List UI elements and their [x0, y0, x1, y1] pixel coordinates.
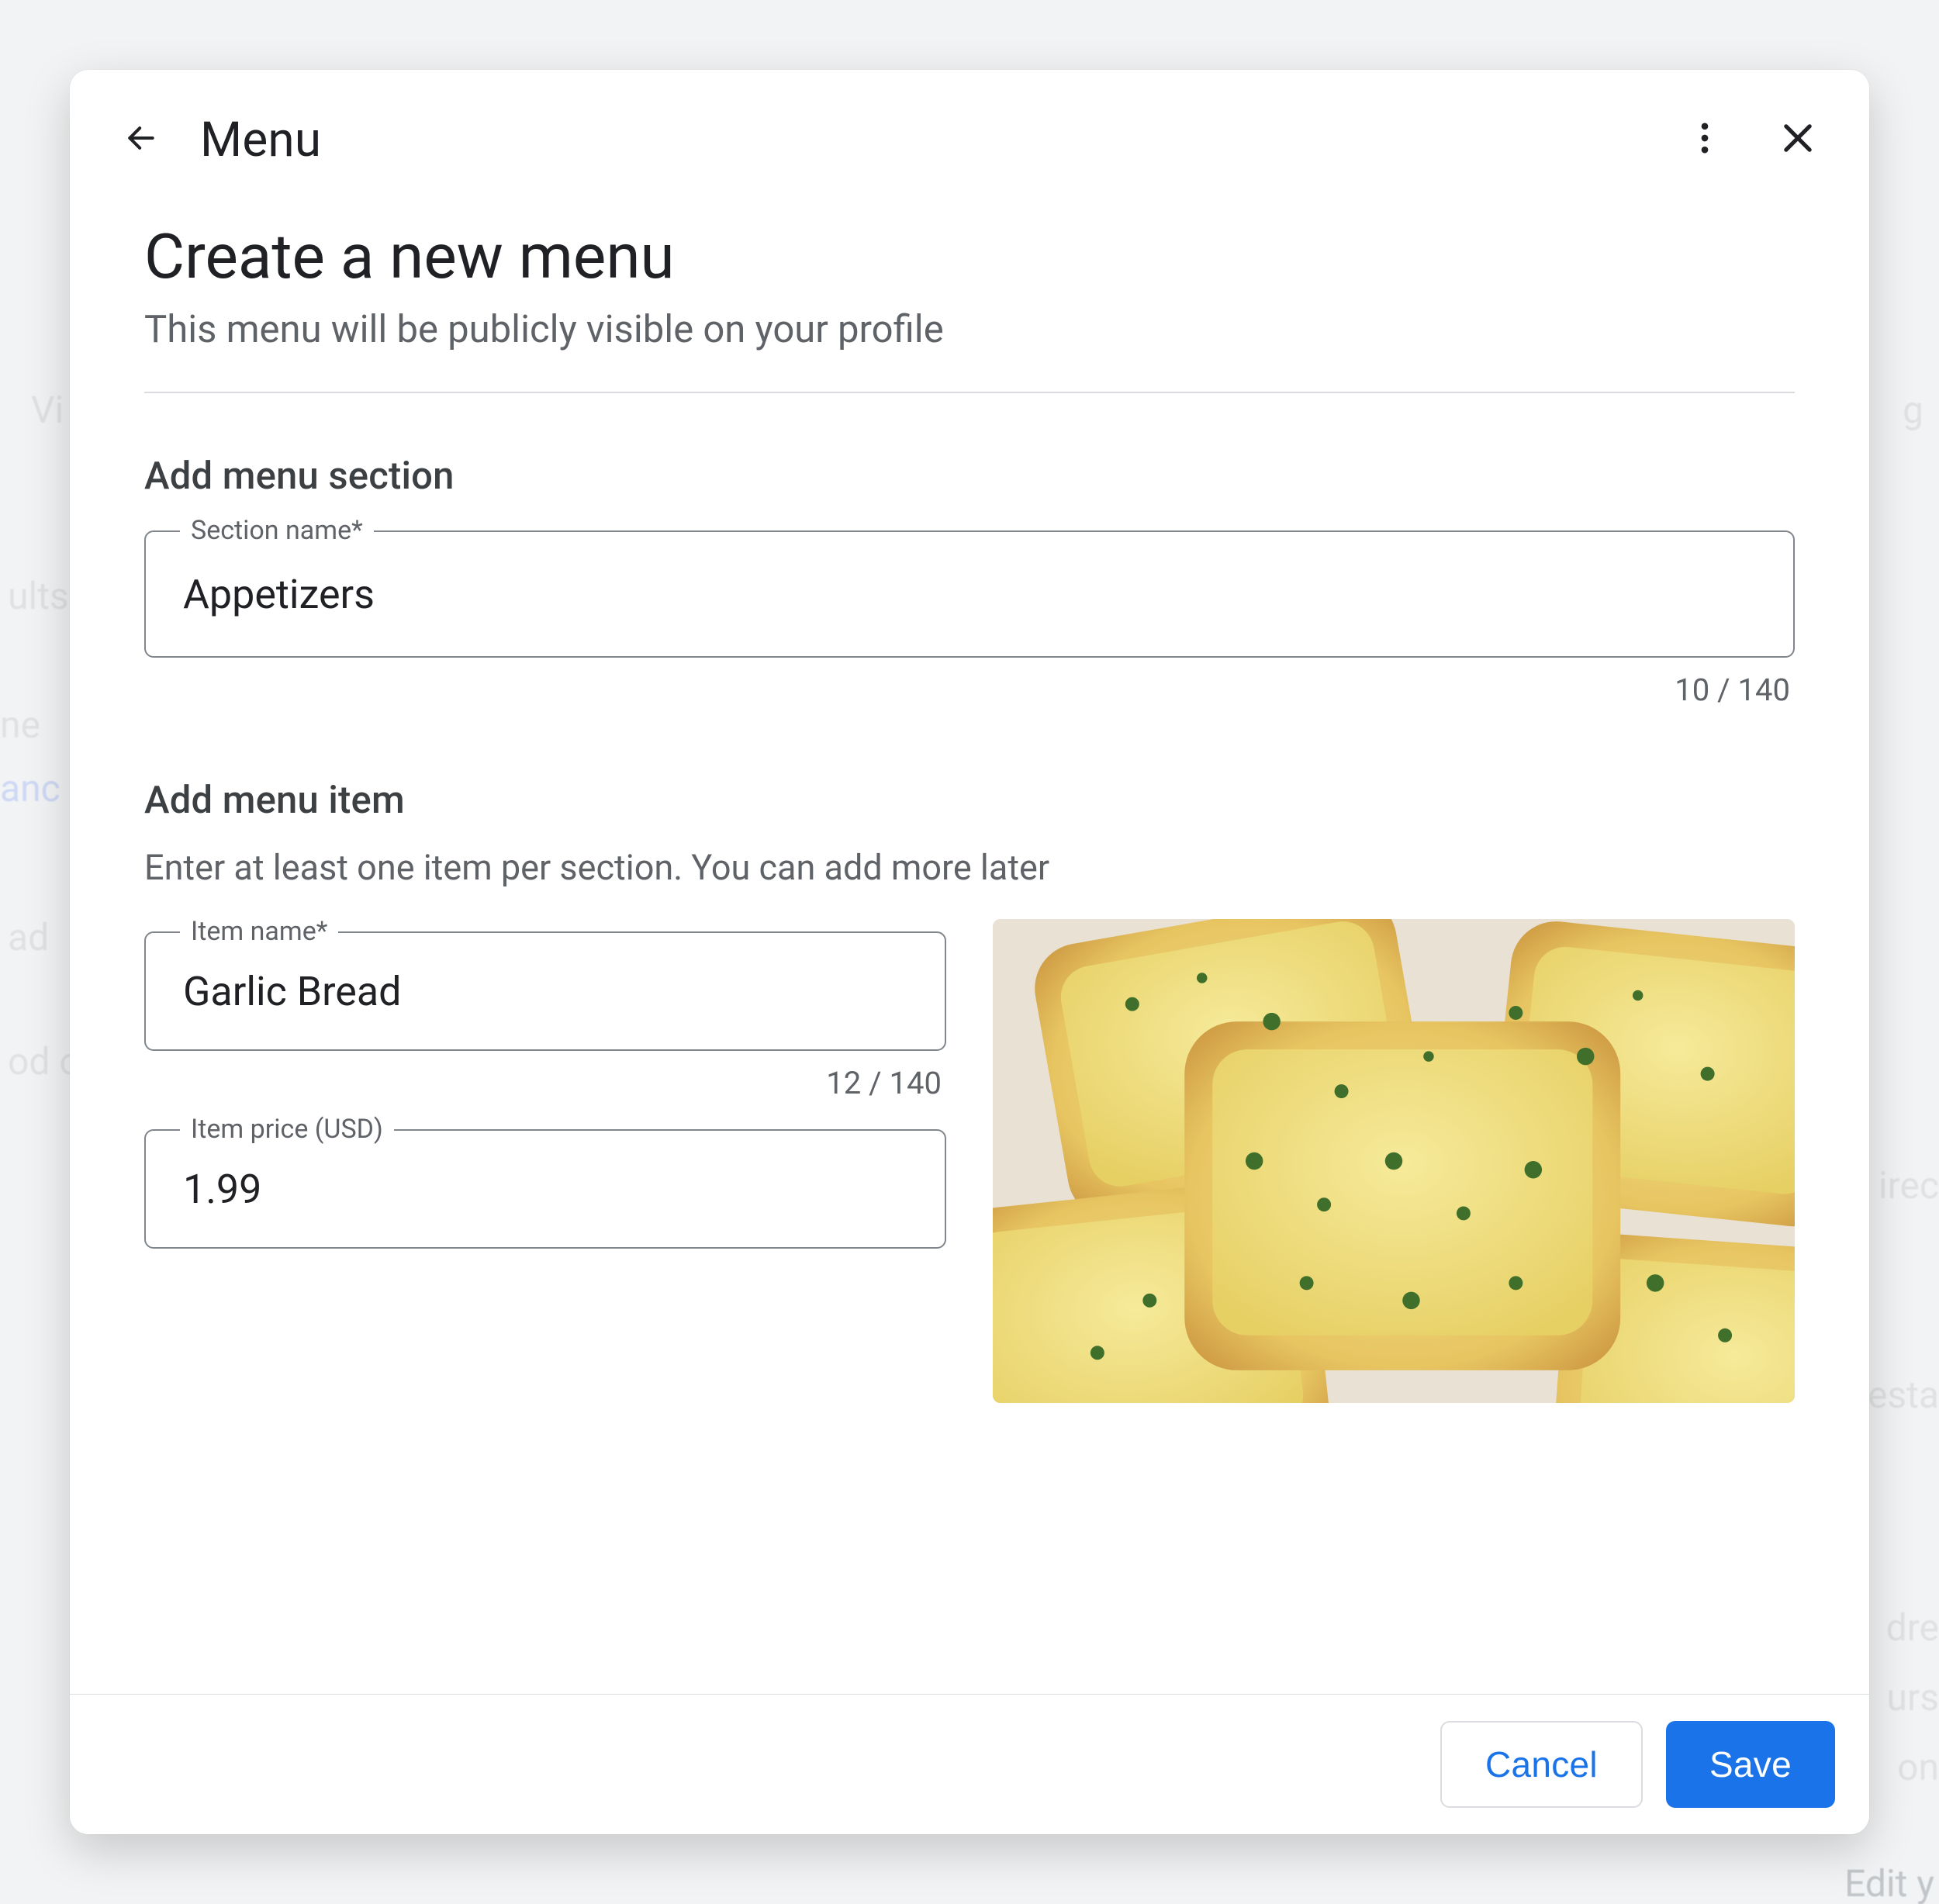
- section-name-counter: 10 / 140: [144, 672, 1790, 708]
- item-name-field: Item name*: [144, 931, 946, 1051]
- section-add-item-title: Add menu item: [144, 778, 1795, 822]
- dialog-body: Create a new menu This menu will be publ…: [70, 174, 1869, 1694]
- section-name-input[interactable]: [181, 570, 1758, 619]
- more-options-button[interactable]: [1671, 105, 1739, 174]
- page-heading: Create a new menu: [144, 220, 1795, 293]
- close-button[interactable]: [1764, 105, 1832, 174]
- more-vert-icon: [1685, 118, 1725, 161]
- arrow-left-icon: [124, 121, 158, 158]
- dialog-footer: Cancel Save: [70, 1694, 1869, 1834]
- save-button-label: Save: [1709, 1743, 1792, 1785]
- close-icon: [1778, 118, 1818, 161]
- food-photo-icon: [993, 919, 1795, 1403]
- dialog-titlebar: Menu: [70, 70, 1869, 174]
- divider: [144, 392, 1795, 393]
- section-add-item-desc: Enter at least one item per section. You…: [144, 847, 1795, 888]
- item-name-counter: 12 / 140: [144, 1065, 942, 1101]
- section-add-section-title: Add menu section: [144, 454, 1795, 498]
- item-price-input[interactable]: [181, 1165, 909, 1214]
- item-price-label: Item price (USD): [180, 1114, 394, 1145]
- item-price-field: Item price (USD): [144, 1129, 946, 1249]
- item-grid: Item name* 12 / 140 Item price (USD): [144, 919, 1795, 1403]
- item-image-well[interactable]: [993, 919, 1795, 1403]
- page-subheading: This menu will be publicly visible on yo…: [144, 307, 1795, 351]
- dialog-title: Menu: [200, 112, 321, 168]
- create-menu-dialog: Menu Create a new menu This menu will be…: [70, 70, 1869, 1834]
- cancel-button-label: Cancel: [1485, 1743, 1598, 1785]
- cancel-button[interactable]: Cancel: [1440, 1721, 1643, 1808]
- section-name-label: Section name*: [180, 515, 374, 546]
- save-button[interactable]: Save: [1666, 1721, 1835, 1808]
- section-name-field: Section name*: [144, 530, 1795, 658]
- item-name-input[interactable]: [181, 967, 909, 1016]
- item-name-label: Item name*: [180, 916, 338, 947]
- back-button[interactable]: [107, 105, 175, 174]
